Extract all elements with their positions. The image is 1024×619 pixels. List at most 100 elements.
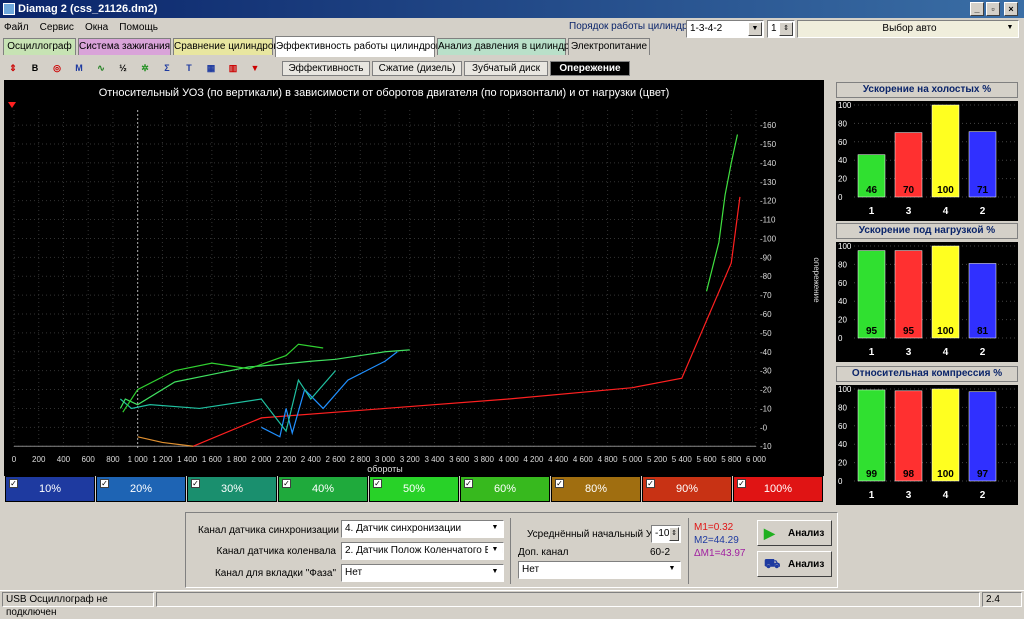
x-tick-label: 1 800 <box>227 455 248 464</box>
bars-icon[interactable]: ▥ <box>224 59 242 77</box>
menu-file[interactable]: Файл <box>0 22 33 33</box>
x-tick-label: 3 200 <box>400 455 421 464</box>
checkbox-icon[interactable]: ✓ <box>464 479 473 488</box>
dop-select[interactable]: Нет ▼ <box>518 561 681 579</box>
cylinder-order-select[interactable]: 1-3-4-2 ▼ <box>686 20 764 38</box>
tab-power[interactable]: Электропитание <box>568 38 650 55</box>
subtab-gear-disk[interactable]: Зубчатый диск <box>464 61 548 76</box>
analyze-button[interactable]: ▶ Анализ <box>757 520 832 546</box>
phase-select[interactable]: Нет ▼ <box>341 564 504 582</box>
subtab-advance[interactable]: Опережение <box>550 61 630 76</box>
legend-item[interactable]: ✓ 60% <box>460 476 550 502</box>
checkbox-icon[interactable]: ✓ <box>646 479 655 488</box>
legend-label: 20% <box>129 483 153 495</box>
cylinder-number-spinner[interactable]: 1 ⇕ <box>767 20 795 38</box>
x-tick-label: 2 200 <box>276 455 297 464</box>
cursor-marker-icon <box>8 102 16 108</box>
bar-value-label: 81 <box>977 326 989 337</box>
checkbox-icon[interactable]: ✓ <box>373 479 382 488</box>
subtab-compression[interactable]: Сжатие (дизель) <box>372 61 462 76</box>
y-axis-label: опережение <box>812 257 821 303</box>
y-tick-label: 60 <box>838 422 847 431</box>
y-tick-label: -80 <box>760 272 772 281</box>
x-tick-label: 2 800 <box>350 455 371 464</box>
uoz-spinner[interactable]: -10 ⇕ <box>651 525 681 543</box>
y-tick-label: 60 <box>838 279 847 288</box>
fraction-icon[interactable]: ½ <box>114 59 132 77</box>
y-tick-label: -60 <box>760 310 772 319</box>
checkbox-icon[interactable]: ✓ <box>9 479 18 488</box>
checkbox-icon[interactable]: ✓ <box>555 479 564 488</box>
m-gauge-icon[interactable]: M <box>70 59 88 77</box>
snowflake-icon[interactable]: ✲ <box>136 59 154 77</box>
minimize-button[interactable]: _ <box>970 2 984 16</box>
wave-icon[interactable]: ∿ <box>92 59 110 77</box>
cylinder-order-label: Порядок работы цилиндров <box>569 21 699 32</box>
bold-b-icon[interactable]: B <box>26 59 44 77</box>
divider <box>510 518 511 584</box>
legend-item[interactable]: ✓ 100% <box>733 476 823 502</box>
tab-oscilloscope[interactable]: Осциллограф <box>3 38 76 55</box>
restore-button[interactable]: ▫ <box>986 2 1000 16</box>
tab-ignition[interactable]: Система зажигания <box>78 38 171 55</box>
rpm-icon[interactable]: ◎ <box>48 59 66 77</box>
crank-select[interactable]: 2. Датчик Полож Коленчатого Вал ▼ <box>341 542 504 560</box>
bar-value-label: 70 <box>903 185 915 196</box>
cylinder-label: 3 <box>906 347 912 358</box>
chart-903-icon[interactable]: ▦ <box>202 59 220 77</box>
close-button[interactable]: × <box>1004 2 1018 16</box>
status-progress <box>156 592 980 607</box>
sync-select[interactable]: 4. Датчик синхронизации ▼ <box>341 520 504 538</box>
tr-icon[interactable]: T <box>180 59 198 77</box>
checkbox-icon[interactable]: ✓ <box>191 479 200 488</box>
y-tick-label: -130 <box>760 178 777 187</box>
auto-select-value: Выбор авто <box>882 23 937 34</box>
tab-cylinder-efficiency[interactable]: Эффективность работы цилиндров <box>275 36 441 57</box>
checkbox-icon[interactable]: ✓ <box>737 479 746 488</box>
y-tick-label: -0 <box>760 423 768 432</box>
x-tick-label: 4 000 <box>499 455 520 464</box>
y-tick-label: -90 <box>760 253 772 262</box>
legend-label: 40% <box>311 483 335 495</box>
y-tick-label: 0 <box>838 193 843 202</box>
tab-pressure-analysis[interactable]: Анализ давления в цилиндре <box>437 38 575 55</box>
y-tick-label: 100 <box>838 242 852 251</box>
menu-service[interactable]: Сервис <box>36 22 78 33</box>
dop-combo-value: Нет <box>522 564 540 575</box>
spinner-icon: ⇕ <box>779 22 793 36</box>
legend-item[interactable]: ✓ 50% <box>369 476 459 502</box>
checkbox-icon[interactable]: ✓ <box>100 479 109 488</box>
x-tick-label: 0 <box>12 455 17 464</box>
bar <box>857 250 886 339</box>
tab-cylinder-compare[interactable]: Сравнение цилиндров <box>173 38 279 55</box>
legend-item[interactable]: ✓ 10% <box>5 476 95 502</box>
legend-item[interactable]: ✓ 90% <box>642 476 732 502</box>
menu-help[interactable]: Помощь <box>115 22 162 33</box>
x-tick-label: 6 000 <box>746 455 767 464</box>
chevron-down-icon: ▼ <box>665 563 679 577</box>
analyze-car-button-label: Анализ <box>788 559 825 570</box>
spinner-icon: ⇕ <box>669 527 679 541</box>
analyze-car-button[interactable]: ⛟ Анализ <box>757 551 832 577</box>
status-bar: USB Осциллограф не подключен 2.4 <box>0 590 1024 618</box>
subtab-efficiency[interactable]: Эффективность <box>282 61 370 76</box>
x-tick-label: 5 200 <box>647 455 668 464</box>
y-tick-label: 0 <box>838 477 843 486</box>
y-tick-label: 80 <box>838 403 847 412</box>
uoz-label: Усреднённый начальный УОЗ <box>527 529 666 540</box>
menu-windows[interactable]: Окна <box>81 22 112 33</box>
panel-title: Ускорение под нагрузкой % <box>836 223 1018 239</box>
m2-readout: M2=44.29 <box>694 535 739 546</box>
legend-item[interactable]: ✓ 80% <box>551 476 641 502</box>
sum-icon[interactable]: Σ <box>158 59 176 77</box>
y-tick-label: 20 <box>838 459 847 468</box>
legend-item[interactable]: ✓ 30% <box>187 476 277 502</box>
y-tick-label: 20 <box>838 175 847 184</box>
checkbox-icon[interactable]: ✓ <box>282 479 291 488</box>
x-axis-label: обороты <box>367 464 403 474</box>
filter-icon[interactable]: ▼ <box>246 59 264 77</box>
arrows-icon[interactable]: ⇕ <box>4 59 22 77</box>
auto-select[interactable]: Выбор авто ▼ <box>797 20 1019 38</box>
legend-item[interactable]: ✓ 20% <box>96 476 186 502</box>
legend-item[interactable]: ✓ 40% <box>278 476 368 502</box>
